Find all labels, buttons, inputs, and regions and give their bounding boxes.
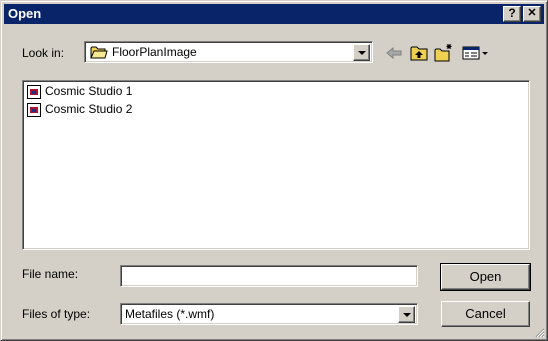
file-type-label: Files of type: (22, 307, 91, 321)
chevron-down-icon (358, 51, 366, 55)
new-folder-icon[interactable] (434, 43, 454, 63)
back-arrow-icon[interactable] (384, 43, 404, 63)
file-list[interactable]: Cosmic Studio 1 Cosmic Studio 2 (22, 80, 530, 250)
file-name-text: Cosmic Studio 2 (45, 102, 133, 116)
cancel-button[interactable]: Cancel (441, 301, 530, 327)
look-in-value: FloorPlanImage (112, 45, 197, 59)
file-name-input[interactable] (120, 265, 418, 287)
list-item[interactable]: Cosmic Studio 1 (27, 84, 132, 100)
file-type-value: Metafiles (*.wmf) (125, 307, 215, 321)
open-dialog: Open ? ✕ Look in: FloorPlanImage Cosmic … (0, 0, 548, 341)
look-in-label: Look in: (22, 46, 65, 60)
dialog-title: Open (8, 6, 42, 21)
metafile-icon (27, 102, 41, 117)
file-type-dropdown-button[interactable] (398, 306, 415, 323)
resize-grip-icon[interactable] (533, 326, 545, 338)
file-type-dropdown[interactable]: Metafiles (*.wmf) (120, 303, 418, 325)
folder-icon (90, 45, 108, 59)
title-bar[interactable]: Open ? ✕ (4, 4, 544, 24)
look-in-dropdown[interactable]: FloorPlanImage (84, 41, 373, 63)
view-menu-icon[interactable] (461, 43, 491, 63)
look-in-dropdown-button[interactable] (353, 44, 370, 61)
list-item[interactable]: Cosmic Studio 2 (27, 102, 132, 118)
file-name-label: File name: (22, 267, 79, 281)
open-button[interactable]: Open (441, 264, 530, 290)
up-folder-icon[interactable] (409, 43, 429, 63)
help-button[interactable]: ? (503, 6, 521, 22)
close-button[interactable]: ✕ (523, 6, 541, 22)
metafile-icon (27, 84, 41, 99)
file-name-text: Cosmic Studio 1 (45, 84, 133, 98)
chevron-down-icon (403, 313, 411, 317)
